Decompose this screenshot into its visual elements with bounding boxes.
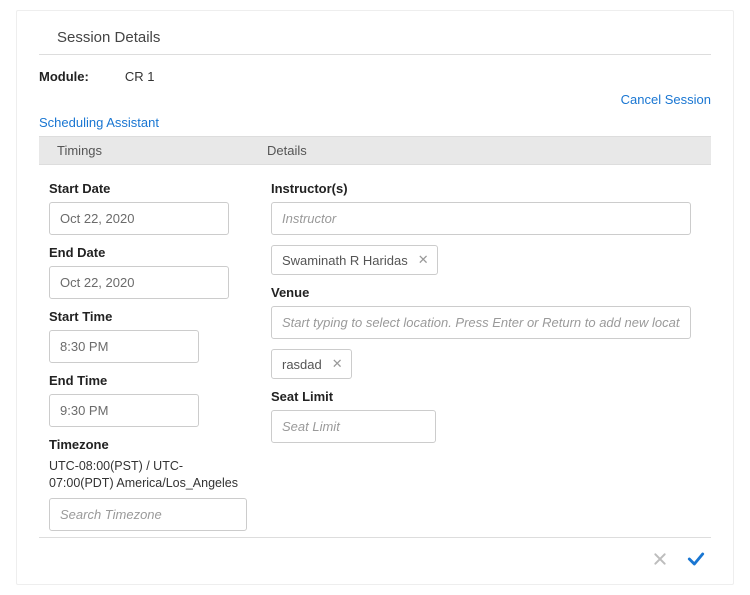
venue-chip-label: rasdad <box>282 357 322 372</box>
check-icon <box>686 549 706 569</box>
cancel-session-link[interactable]: Cancel Session <box>621 92 711 107</box>
chip-remove-icon[interactable]: ✕ <box>332 356 343 372</box>
instructors-input[interactable] <box>271 202 691 235</box>
close-icon <box>652 551 668 567</box>
instructor-chips: Swaminath R Haridas ✕ <box>271 245 691 275</box>
timings-column: Start Date End Date Start Time End Time … <box>49 177 247 531</box>
instructors-label: Instructor(s) <box>271 181 691 196</box>
start-time-label: Start Time <box>49 309 247 324</box>
columns-header: Timings Details <box>39 136 711 165</box>
start-date-input[interactable] <box>49 202 229 235</box>
module-value: CR 1 <box>125 69 155 84</box>
seat-limit-input[interactable] <box>271 410 436 443</box>
start-date-label: Start Date <box>49 181 247 196</box>
form-body: Start Date End Date Start Time End Time … <box>39 165 711 537</box>
column-header-timings: Timings <box>39 137 249 164</box>
venue-chip[interactable]: rasdad ✕ <box>271 349 352 379</box>
instructor-chip-label: Swaminath R Haridas <box>282 253 408 268</box>
details-column: Instructor(s) Swaminath R Haridas ✕ Venu… <box>271 177 691 531</box>
end-date-input[interactable] <box>49 266 229 299</box>
timezone-display: UTC-08:00(PST) / UTC-07:00(PDT) America/… <box>49 458 247 492</box>
chip-remove-icon[interactable]: ✕ <box>418 252 429 268</box>
start-time-input[interactable] <box>49 330 199 363</box>
end-time-input[interactable] <box>49 394 199 427</box>
end-date-label: End Date <box>49 245 247 260</box>
timezone-label: Timezone <box>49 437 247 452</box>
page-title: Session Details <box>57 29 711 46</box>
venue-input[interactable] <box>271 306 691 339</box>
column-header-details: Details <box>249 137 711 164</box>
confirm-button[interactable] <box>685 548 707 570</box>
panel-header: Session Details <box>39 23 711 55</box>
close-button[interactable] <box>649 548 671 570</box>
footer-actions <box>39 537 711 572</box>
venue-chips: rasdad ✕ <box>271 349 691 379</box>
cancel-session-row: Cancel Session <box>39 88 711 115</box>
session-details-panel: Session Details Module: CR 1 Cancel Sess… <box>16 10 734 585</box>
module-label: Module: <box>39 69 89 84</box>
seat-limit-label: Seat Limit <box>271 389 691 404</box>
venue-label: Venue <box>271 285 691 300</box>
timezone-search-input[interactable] <box>49 498 247 531</box>
scheduling-assistant-link[interactable]: Scheduling Assistant <box>39 115 159 136</box>
end-time-label: End Time <box>49 373 247 388</box>
instructor-chip[interactable]: Swaminath R Haridas ✕ <box>271 245 438 275</box>
module-row: Module: CR 1 <box>39 55 711 88</box>
